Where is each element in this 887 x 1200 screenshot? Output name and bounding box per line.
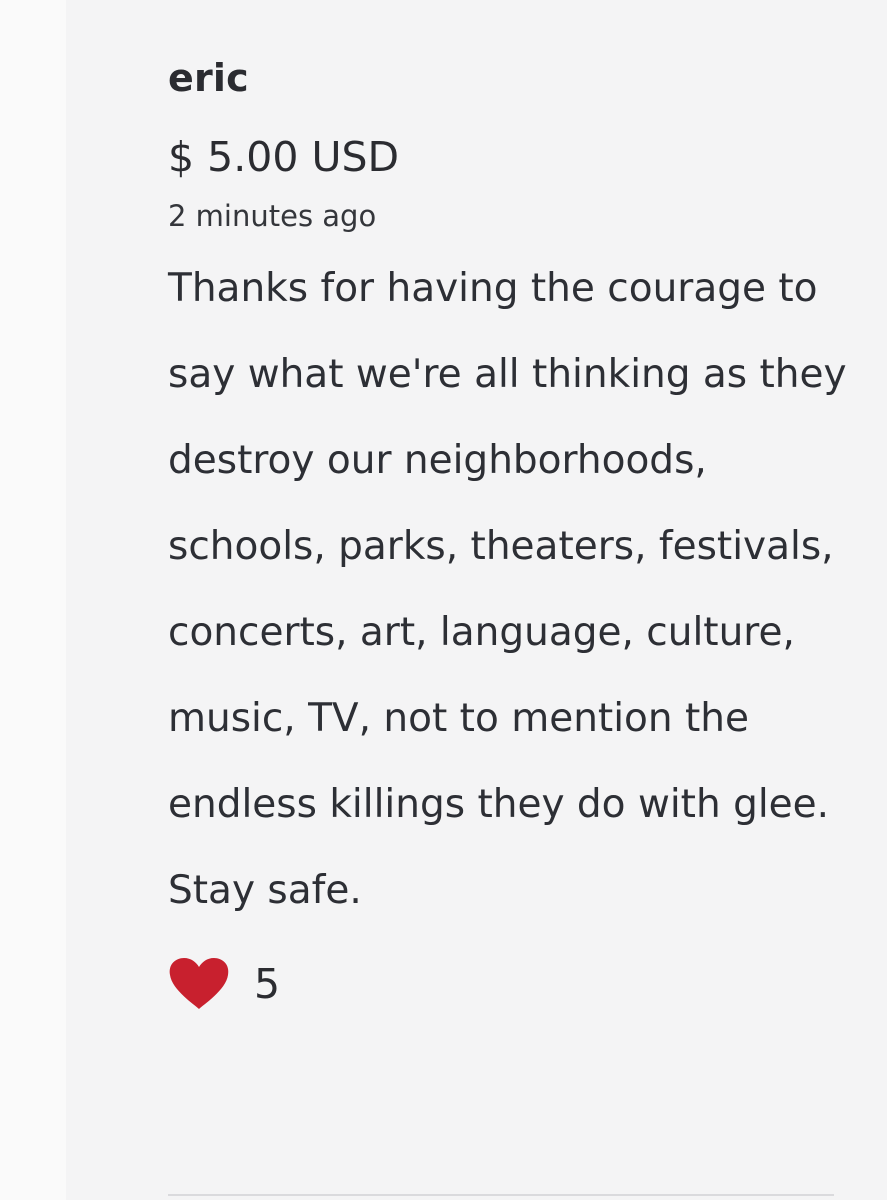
like-count: 5 [254,960,281,1008]
donation-card: eric $ 5.00 USD 2 minutes ago Thanks for… [168,52,848,1014]
donation-amount: $ 5.00 USD [168,133,400,181]
donation-timestamp: 2 minutes ago [168,199,377,233]
left-gutter [0,0,66,1200]
heart-icon[interactable] [168,957,230,1011]
like-row: 5 [168,954,848,1014]
divider [168,1194,834,1196]
page: eric $ 5.00 USD 2 minutes ago Thanks for… [0,0,887,1200]
donor-name: eric [168,56,249,100]
donation-message: Thanks for having the courage to say wha… [168,266,847,913]
